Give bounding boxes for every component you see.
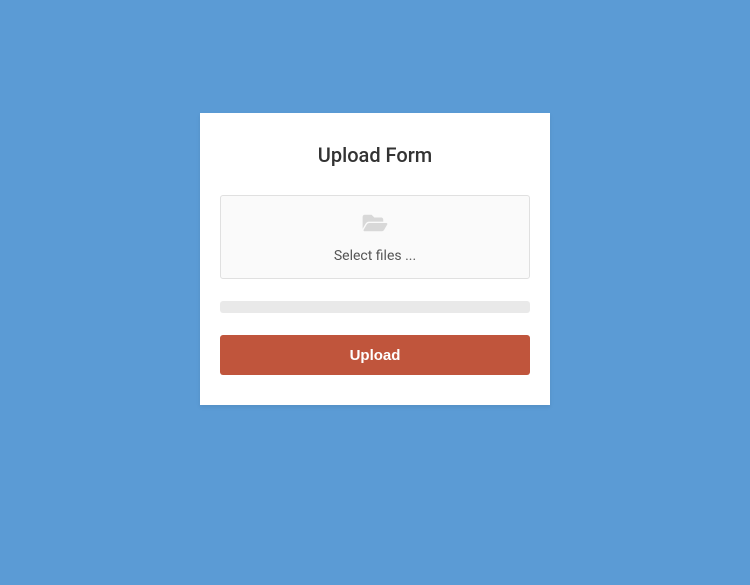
upload-progress-bar (220, 301, 530, 313)
upload-form-card: Upload Form Select files ... Upload (200, 113, 550, 405)
file-select-label: Select files ... (231, 248, 519, 264)
upload-button[interactable]: Upload (220, 335, 530, 375)
file-select-area[interactable]: Select files ... (220, 195, 530, 279)
page-title: Upload Form (220, 143, 530, 167)
folder-open-icon (360, 212, 390, 238)
